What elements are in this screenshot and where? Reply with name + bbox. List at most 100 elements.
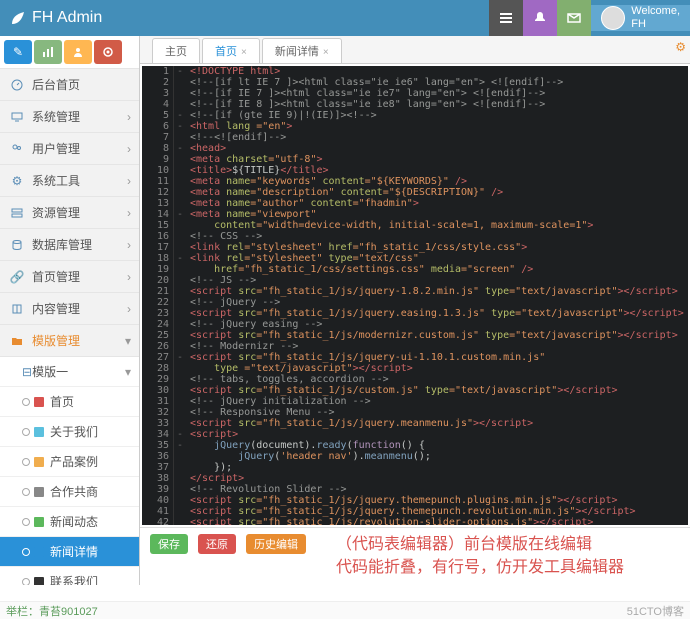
code-line-4[interactable]: 4 <!--[if IE 8 ]><html class="ie ie8" la… xyxy=(142,99,688,110)
code-line-21[interactable]: 21 <script src="fh_static_1/js/jquery-1.… xyxy=(142,286,688,297)
history-button[interactable]: 历史编辑 xyxy=(246,534,306,554)
restore-button[interactable]: 还原 xyxy=(198,534,236,554)
fold-icon[interactable] xyxy=(174,462,186,473)
fold-icon[interactable] xyxy=(174,517,186,525)
save-button[interactable]: 保存 xyxy=(150,534,188,554)
fold-icon[interactable] xyxy=(174,99,186,110)
submenu-template1[interactable]: ⊟ 模版一▾ xyxy=(0,357,139,387)
code-line-36[interactable]: 36 jQuery('header nav').meanmenu(); xyxy=(142,451,688,462)
code-editor[interactable]: 1-<!DOCTYPE html>2 <!--[if lt IE 7 ]><ht… xyxy=(142,66,688,525)
code-line-9[interactable]: 9 <meta charset="utf-8"> xyxy=(142,154,688,165)
tab-0[interactable]: 主页 xyxy=(152,38,200,63)
fold-icon[interactable]: - xyxy=(174,121,186,132)
code-line-5[interactable]: 5-<!--[if (gte IE 9)|!(IE)]><!--> xyxy=(142,110,688,121)
code-line-20[interactable]: 20 <!-- JS --> xyxy=(142,275,688,286)
code-line-41[interactable]: 41 <script src="fh_static_1/js/jquery.th… xyxy=(142,506,688,517)
code-line-24[interactable]: 24 <!-- jQuery easing --> xyxy=(142,319,688,330)
tab-2[interactable]: 新闻详情× xyxy=(262,38,342,63)
close-icon[interactable]: × xyxy=(241,47,247,58)
fold-icon[interactable] xyxy=(174,77,186,88)
fold-icon[interactable] xyxy=(174,264,186,275)
fold-icon[interactable]: - xyxy=(174,440,186,451)
tab-settings-icon[interactable]: ⚙ xyxy=(675,40,686,54)
submenu-page-6[interactable]: 联系我们 xyxy=(0,567,139,585)
code-line-34[interactable]: 34-<script> xyxy=(142,429,688,440)
code-line-32[interactable]: 32 <!-- Responsive Menu --> xyxy=(142,407,688,418)
fold-icon[interactable] xyxy=(174,297,186,308)
code-line-28[interactable]: 28 type ="text/javascript"></script> xyxy=(142,363,688,374)
code-line-26[interactable]: 26 <!-- Modernizr --> xyxy=(142,341,688,352)
notification-button[interactable] xyxy=(523,0,557,36)
code-line-29[interactable]: 29 <!-- tabs, toggles, accordion --> xyxy=(142,374,688,385)
close-icon[interactable]: × xyxy=(323,47,329,58)
fold-icon[interactable] xyxy=(174,308,186,319)
fold-icon[interactable] xyxy=(174,495,186,506)
code-line-17[interactable]: 17 <link rel="stylesheet" href="fh_stati… xyxy=(142,242,688,253)
fold-icon[interactable] xyxy=(174,484,186,495)
submenu-page-3[interactable]: 合作共商 xyxy=(0,477,139,507)
fold-icon[interactable] xyxy=(174,187,186,198)
fold-icon[interactable] xyxy=(174,220,186,231)
sidebar-item-0[interactable]: 后台首页 xyxy=(0,69,139,101)
fold-icon[interactable] xyxy=(174,396,186,407)
fold-icon[interactable]: - xyxy=(174,209,186,220)
fold-icon[interactable] xyxy=(174,231,186,242)
code-line-11[interactable]: 11 <meta name="keywords" content="${KEYW… xyxy=(142,176,688,187)
code-line-40[interactable]: 40 <script src="fh_static_1/js/jquery.th… xyxy=(142,495,688,506)
submenu-page-1[interactable]: 关于我们 xyxy=(0,417,139,447)
tool-settings-button[interactable] xyxy=(94,40,122,64)
code-line-7[interactable]: 7 <!--<![endif]--> xyxy=(142,132,688,143)
fold-icon[interactable]: - xyxy=(174,110,186,121)
code-line-10[interactable]: 10 <title>${TITLE}</title> xyxy=(142,165,688,176)
code-line-14[interactable]: 14-<meta name="viewport" xyxy=(142,209,688,220)
fold-icon[interactable] xyxy=(174,154,186,165)
submenu-page-2[interactable]: 产品案例 xyxy=(0,447,139,477)
code-line-30[interactable]: 30 <script src="fh_static_1/js/custom.js… xyxy=(142,385,688,396)
code-line-25[interactable]: 25 <script src="fh_static_1/js/modernizr… xyxy=(142,330,688,341)
sidebar-item-7[interactable]: 内容管理› xyxy=(0,293,139,325)
sidebar-item-8[interactable]: 模版管理▾ xyxy=(0,325,139,357)
fold-icon[interactable] xyxy=(174,418,186,429)
submenu-page-5[interactable]: 新闻详情 xyxy=(0,537,139,567)
fold-icon[interactable] xyxy=(174,341,186,352)
fold-icon[interactable]: - xyxy=(174,253,186,264)
code-line-3[interactable]: 3 <!--[if IE 7 ]><html class="ie ie7" la… xyxy=(142,88,688,99)
fold-icon[interactable] xyxy=(174,198,186,209)
tab-1[interactable]: 首页× xyxy=(202,38,260,63)
mail-button[interactable] xyxy=(557,0,591,36)
tool-edit-button[interactable]: ✎ xyxy=(4,40,32,64)
fold-icon[interactable] xyxy=(174,275,186,286)
submenu-page-4[interactable]: 新闻动态 xyxy=(0,507,139,537)
user-menu[interactable]: Welcome, FH xyxy=(591,5,690,31)
code-line-15[interactable]: 15 content="width=device-width, initial-… xyxy=(142,220,688,231)
fold-icon[interactable] xyxy=(174,165,186,176)
sidebar-item-5[interactable]: 数据库管理› xyxy=(0,229,139,261)
code-line-13[interactable]: 13 <meta name="author" content="fhadmin"… xyxy=(142,198,688,209)
tasks-button[interactable] xyxy=(489,0,523,36)
fold-icon[interactable] xyxy=(174,319,186,330)
fold-icon[interactable]: - xyxy=(174,66,186,77)
code-line-37[interactable]: 37 }); xyxy=(142,462,688,473)
fold-icon[interactable] xyxy=(174,242,186,253)
code-line-12[interactable]: 12 <meta name="description" content="${D… xyxy=(142,187,688,198)
fold-icon[interactable] xyxy=(174,385,186,396)
fold-icon[interactable] xyxy=(174,407,186,418)
sidebar-item-3[interactable]: ⚙系统工具› xyxy=(0,165,139,197)
code-line-23[interactable]: 23 <script src="fh_static_1/js/jquery.ea… xyxy=(142,308,688,319)
sidebar-item-4[interactable]: 资源管理› xyxy=(0,197,139,229)
fold-icon[interactable] xyxy=(174,330,186,341)
fold-icon[interactable]: - xyxy=(174,352,186,363)
fold-icon[interactable] xyxy=(174,286,186,297)
fold-icon[interactable] xyxy=(174,374,186,385)
code-line-8[interactable]: 8-<head> xyxy=(142,143,688,154)
code-line-27[interactable]: 27-<script src="fh_static_1/js/jquery-ui… xyxy=(142,352,688,363)
code-line-31[interactable]: 31 <!-- jQuery initialization --> xyxy=(142,396,688,407)
code-line-42[interactable]: 42 <script src="fh_static_1/js/revolutio… xyxy=(142,517,688,525)
tool-users-button[interactable] xyxy=(64,40,92,64)
fold-icon[interactable] xyxy=(174,451,186,462)
code-line-2[interactable]: 2 <!--[if lt IE 7 ]><html class="ie ie6"… xyxy=(142,77,688,88)
code-line-35[interactable]: 35- jQuery(document).ready(function() { xyxy=(142,440,688,451)
fold-icon[interactable] xyxy=(174,473,186,484)
fold-icon[interactable]: - xyxy=(174,429,186,440)
sidebar-item-1[interactable]: 系统管理› xyxy=(0,101,139,133)
